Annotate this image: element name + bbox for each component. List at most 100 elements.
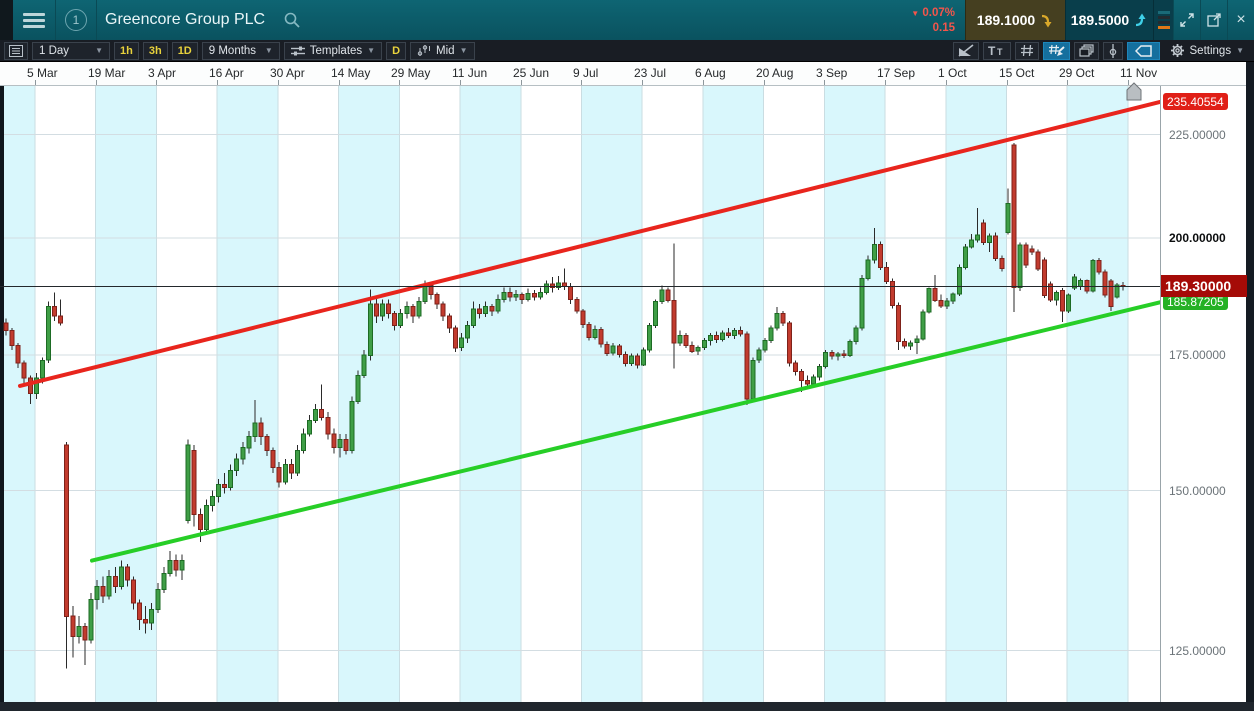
price-type-value: Mid xyxy=(436,44,455,57)
search-button[interactable] xyxy=(277,0,307,40)
sell-price-button[interactable]: 189.1000 xyxy=(965,0,1065,40)
svg-text:T: T xyxy=(997,47,1003,57)
instrument-title: Greencore Group PLC xyxy=(105,11,266,28)
gridlines-button[interactable] xyxy=(1014,41,1039,60)
date-axis-label: 20 Aug xyxy=(756,66,794,80)
date-axis-label: 14 May xyxy=(331,66,371,80)
edit-grid-button[interactable] xyxy=(1042,41,1070,60)
depth-bar-icon xyxy=(1157,16,1170,19)
date-tick xyxy=(278,80,279,85)
date-tick xyxy=(156,80,157,85)
price-axis-label: 150.00000 xyxy=(1169,484,1226,498)
price-label-button[interactable] xyxy=(1126,41,1160,60)
hamburger-menu-button[interactable] xyxy=(13,0,55,40)
chart-tab-button[interactable]: 1 xyxy=(56,0,96,40)
chart-layouts-button[interactable] xyxy=(1073,41,1099,60)
date-axis-label: 17 Sep xyxy=(877,66,916,80)
hamburger-icon xyxy=(23,10,45,31)
price-axis-label: 175.00000 xyxy=(1169,348,1226,362)
price-axis[interactable]: 225.00000 200.00000 175.00000 150.00000 125.… xyxy=(1160,86,1247,702)
date-tick xyxy=(399,80,400,85)
range-dropdown[interactable]: 9 Months ▼ xyxy=(201,41,280,60)
date-tick xyxy=(824,80,825,85)
date-axis-label: 15 Oct xyxy=(999,66,1035,80)
change-absolute: 0.15 xyxy=(932,21,955,34)
expand-button[interactable] xyxy=(1173,0,1200,40)
quick-period-3h[interactable]: 3h xyxy=(142,41,168,60)
change-indicator: ▼ 0.07% 0.15 xyxy=(887,0,965,40)
date-tick xyxy=(35,80,36,85)
layers-icon xyxy=(1078,44,1094,57)
change-percent: 0.07% xyxy=(922,6,955,19)
period-value: 1 Day xyxy=(39,44,70,57)
candlestick-plot[interactable] xyxy=(0,86,1160,702)
chart-list-icon xyxy=(9,44,23,57)
interval-button[interactable]: D xyxy=(386,41,407,60)
price-type-dropdown[interactable]: Mid ▼ xyxy=(410,41,475,60)
price-up-arrow-icon xyxy=(1136,13,1146,26)
window-right-edge xyxy=(1246,62,1254,711)
sell-price: 189.1000 xyxy=(976,12,1036,28)
search-icon xyxy=(284,12,300,28)
market-depth-button[interactable] xyxy=(1153,0,1173,40)
date-axis-label: 5 Mar xyxy=(27,66,58,80)
templates-label: Templates xyxy=(309,44,363,57)
date-axis-label: 25 Jun xyxy=(513,66,550,80)
home-icon xyxy=(1126,82,1142,101)
svg-text:T: T xyxy=(988,44,996,57)
depth-bar-icon xyxy=(1157,26,1170,29)
text-annotation-button[interactable]: T T xyxy=(982,41,1011,60)
date-axis-label: 11 Jun xyxy=(452,66,488,80)
date-axis-label: 23 Jul xyxy=(634,66,667,80)
popout-icon xyxy=(1207,13,1221,27)
grid-pencil-icon xyxy=(1048,44,1065,56)
templates-icon xyxy=(290,46,305,55)
gear-icon xyxy=(1170,44,1184,57)
date-tick xyxy=(581,80,582,85)
price-axis-label: 125.00000 xyxy=(1169,644,1226,658)
date-axis-label: 30 Apr xyxy=(270,66,305,80)
buy-price-button[interactable]: 189.5000 xyxy=(1065,0,1153,40)
period-dropdown[interactable]: 1 Day ▼ xyxy=(32,41,110,60)
expand-icon xyxy=(1180,13,1194,27)
chart-list-button[interactable] xyxy=(4,41,28,60)
popout-button[interactable] xyxy=(1200,0,1227,40)
buy-price: 189.5000 xyxy=(1070,12,1130,28)
mid-price-icon xyxy=(417,45,431,56)
crosshair-tracker-button[interactable] xyxy=(1102,41,1123,60)
date-tick xyxy=(946,80,947,85)
draw-trendline-button[interactable] xyxy=(952,41,979,60)
close-button[interactable]: × xyxy=(1227,0,1254,40)
quick-period-1h[interactable]: 1h xyxy=(114,41,139,60)
trading-chart-window: { "header": { "title": "Greencore Group … xyxy=(0,0,1254,711)
week-stripes xyxy=(4,86,1128,702)
quick-period-1d[interactable]: 1D xyxy=(171,41,198,60)
pin-line-icon xyxy=(1109,43,1116,58)
date-tick xyxy=(96,80,97,85)
date-tick xyxy=(885,80,886,85)
depth-bar-icon xyxy=(1157,21,1170,24)
date-tick xyxy=(642,80,643,85)
current-price-badge: 189.30000 xyxy=(1161,275,1247,297)
date-axis-label: 16 Apr xyxy=(209,66,244,80)
date-axis-label: 1 Oct xyxy=(938,66,967,80)
grid-icon xyxy=(1020,44,1033,57)
candlestick-chart[interactable] xyxy=(0,86,1160,702)
settings-dropdown[interactable]: Settings ▼ xyxy=(1164,42,1250,60)
date-axis-label: 6 Aug xyxy=(695,66,726,80)
date-tick xyxy=(1007,80,1008,85)
date-axis[interactable]: 5 Mar 19 Mar 3 Apr 16 Apr 30 Apr 14 May 29 May… xyxy=(0,62,1246,86)
header-bar: 1 Greencore Group PLC ▼ 0.07% 0.15 189.1… xyxy=(0,0,1254,40)
chart-toolbar: 1 Day ▼ 1h 3h 1D 9 Months ▼ Templates ▼ … xyxy=(0,40,1254,62)
chevron-down-icon: ▼ xyxy=(264,46,273,55)
templates-dropdown[interactable]: Templates ▼ xyxy=(283,41,383,60)
date-axis-label: 3 Sep xyxy=(816,66,848,80)
date-tick xyxy=(521,80,522,85)
scroll-to-latest-button[interactable] xyxy=(1124,82,1144,101)
change-down-icon: ▼ xyxy=(911,8,920,18)
depth-bar-icon xyxy=(1157,11,1170,14)
date-axis-label: 19 Mar xyxy=(88,66,126,80)
trendline-price-badge[interactable]: 235.40554 xyxy=(1163,93,1228,110)
text-tool-icon: T T xyxy=(988,44,1003,57)
date-tick xyxy=(1067,80,1068,85)
